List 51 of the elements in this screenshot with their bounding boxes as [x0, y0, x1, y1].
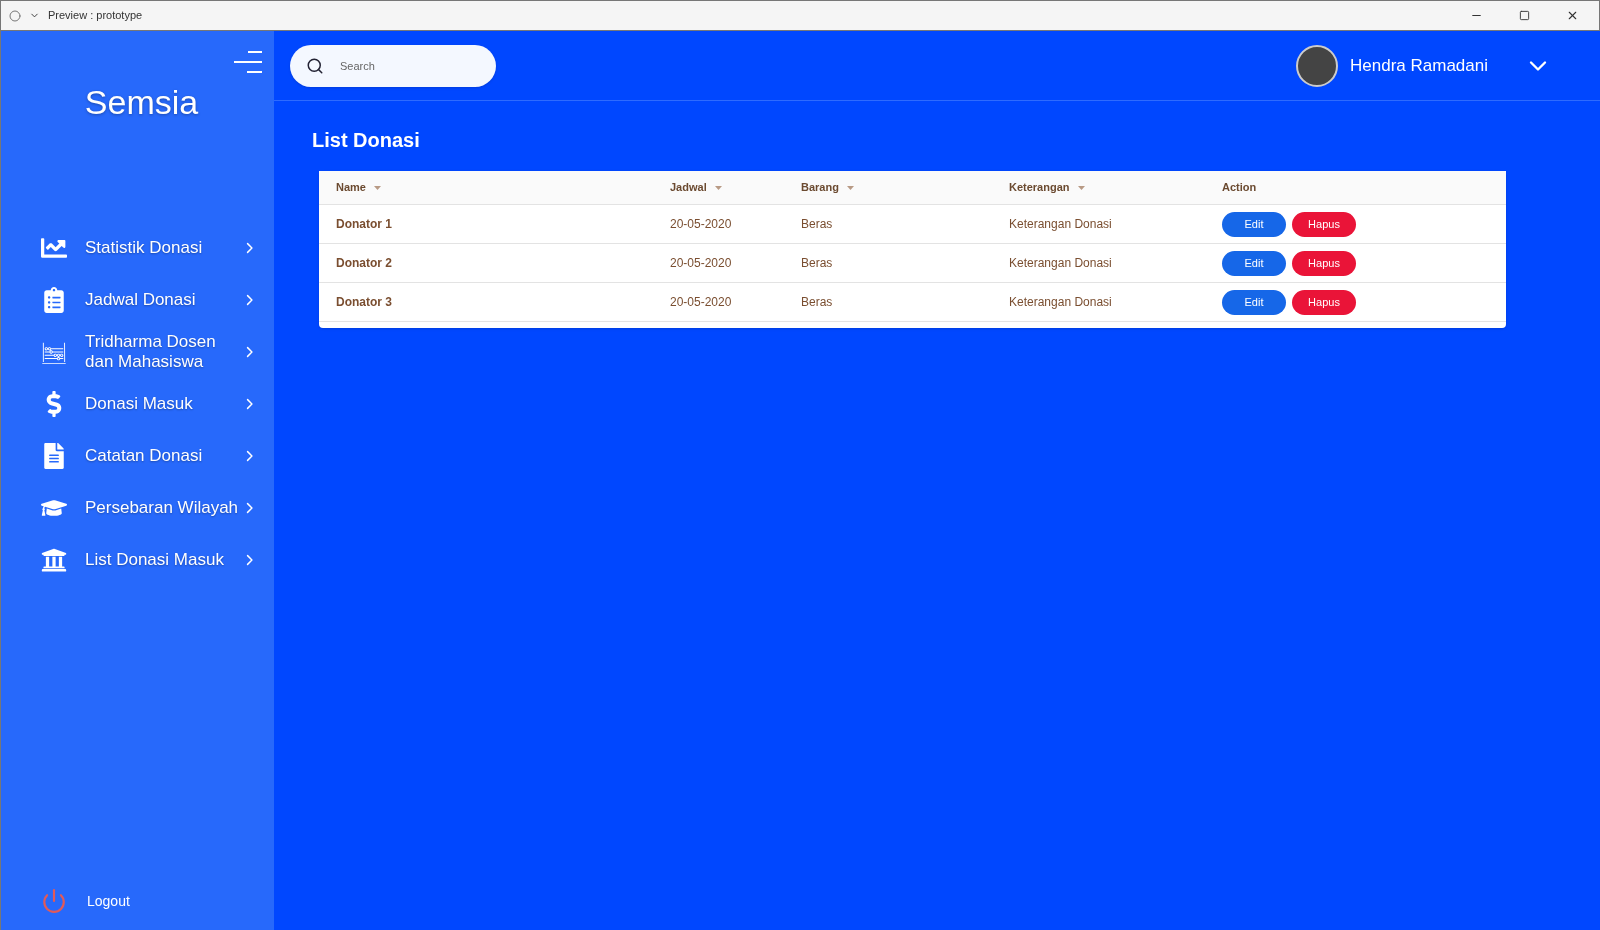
- table-cell-text: Beras: [801, 294, 834, 311]
- record-icon: [9, 9, 21, 22]
- page-title: List Donasi: [312, 128, 421, 153]
- menu-icon[interactable]: [234, 51, 262, 73]
- column-header[interactable]: Keterangan: [1009, 179, 1070, 196]
- sort-caret-icon[interactable]: [846, 185, 854, 190]
- sort-caret-icon[interactable]: [714, 185, 722, 190]
- delete-button[interactable]: Hapus: [1292, 289, 1356, 315]
- search-icon: [306, 56, 324, 75]
- column-header[interactable]: Barang: [801, 179, 839, 196]
- avatar: [1296, 44, 1339, 87]
- table-cell-text: Donator 3: [336, 294, 393, 311]
- brand-name: Semsia: [84, 82, 199, 123]
- search-field[interactable]: Search: [290, 44, 496, 87]
- table-cell-text: 20-05-2020: [670, 294, 733, 311]
- sort-caret-icon[interactable]: [373, 185, 381, 190]
- power-icon: [41, 888, 67, 914]
- delete-button[interactable]: Hapus: [1292, 211, 1356, 237]
- column-header[interactable]: Jadwal: [670, 179, 707, 196]
- table-cell-text: Donator 1: [336, 216, 393, 233]
- table-cell-text: Beras: [801, 255, 834, 272]
- table-cell-text: 20-05-2020: [670, 255, 733, 272]
- line-chart-icon: [41, 235, 67, 261]
- sidebar-item[interactable]: Jadwal Donasi: [1, 274, 274, 326]
- logout-button[interactable]: Logout: [1, 888, 274, 914]
- document-icon: [41, 443, 67, 469]
- bank-building-icon: [41, 547, 67, 573]
- window-title: Preview : prototype: [48, 8, 143, 24]
- table-cell-text: Donator 2: [336, 255, 393, 272]
- user-name: Hendra Ramadani: [1350, 54, 1488, 77]
- column-header[interactable]: Name: [336, 179, 366, 196]
- sort-caret-icon[interactable]: [1077, 185, 1085, 190]
- table-cell-text: 20-05-2020: [670, 216, 733, 233]
- column-header: Action: [1222, 180, 1257, 196]
- maximize-icon[interactable]: [1519, 10, 1530, 21]
- sidebar-item[interactable]: List Donasi Masuk: [1, 534, 274, 586]
- close-icon[interactable]: [1566, 9, 1579, 22]
- edit-button[interactable]: Edit: [1222, 211, 1286, 237]
- clipboard-icon: [41, 287, 67, 313]
- table-cell-text: Keterangan Donasi: [1009, 216, 1113, 233]
- sidebar-item[interactable]: Donasi Masuk: [1, 378, 274, 430]
- table-cell-text: Beras: [801, 216, 834, 233]
- delete-button[interactable]: Hapus: [1292, 250, 1356, 276]
- table-cell-text: Keterangan Donasi: [1009, 255, 1113, 272]
- edit-button[interactable]: Edit: [1222, 250, 1286, 276]
- sidebar-item[interactable]: Persebaran Wilayah: [1, 482, 274, 534]
- sidebar-item[interactable]: Statistik Donasi: [1, 222, 274, 274]
- table-cell-text: Keterangan Donasi: [1009, 294, 1113, 311]
- sidebar-item[interactable]: Catatan Donasi: [1, 430, 274, 482]
- edit-button[interactable]: Edit: [1222, 289, 1286, 315]
- sidebar-item[interactable]: Tridharma Dosen dan Mahasiswa: [1, 326, 274, 378]
